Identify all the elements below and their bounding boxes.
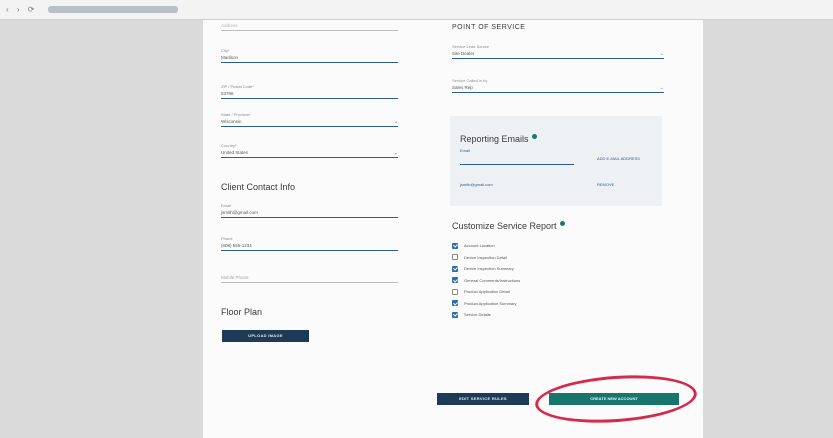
customize-report-heading-text: Customize Service Report (452, 221, 557, 231)
reporting-emails-title-text: Reporting Emails (460, 134, 529, 144)
browser-nav-icons[interactable]: ‹ › ⟳ (6, 5, 37, 14)
checkbox-label: Product Application Detail (464, 289, 510, 295)
mobile-phone-placeholder: Mobile Phone (221, 275, 249, 280)
remove-email-link[interactable]: REMOVE (597, 182, 614, 187)
checkbox[interactable] (452, 242, 458, 249)
phone-value: (608) 555-1234 (221, 243, 252, 248)
report-options-list: Account Location Device Inspection Detai… (452, 240, 520, 321)
chevron-down-icon: ⌄ (393, 119, 398, 125)
city-value: Madison (221, 55, 239, 60)
field-underline (221, 157, 398, 158)
reporting-emails-title: Reporting Emails (460, 134, 537, 144)
checkbox-label: General Comments/Instructions (464, 277, 521, 283)
address-field[interactable]: Address (221, 22, 398, 31)
address-value: Address (221, 23, 238, 28)
zip-value: 53766 (221, 91, 234, 96)
option-product-application-detail[interactable]: Product Application Detail (452, 286, 520, 298)
country-select[interactable]: Country* United States ⌄ (221, 143, 398, 158)
field-underline (221, 282, 398, 283)
reporting-email-input[interactable] (460, 164, 574, 165)
checkbox[interactable] (452, 265, 458, 272)
right-background (703, 20, 833, 438)
country-value: United States (221, 150, 249, 155)
point-of-service-heading: POINT OF SERVICE (452, 24, 526, 31)
email-value: jsmith@gmail.com (221, 210, 258, 215)
edit-service-rules-button[interactable]: EDIT SERVICE RULES (437, 393, 529, 405)
option-general-comments[interactable]: General Comments/Instructions (452, 275, 520, 287)
option-device-inspection-detail[interactable]: Device Inspection Detail (452, 252, 520, 264)
info-dot-icon (531, 134, 537, 139)
checkbox-label: Product Application Summary (464, 300, 517, 306)
left-background (0, 20, 203, 438)
option-account-location[interactable]: Account Location (452, 240, 520, 252)
service-called-select[interactable]: Service Called in by Sales Rep ⌄ (452, 78, 664, 93)
floor-plan-heading: Floor Plan (221, 307, 263, 317)
checkbox-label: Device Inspection Summary (464, 266, 514, 272)
field-underline (221, 62, 398, 63)
customize-report-heading: Customize Service Report (452, 221, 565, 231)
option-device-inspection-summary[interactable]: Device Inspection Summary (452, 263, 520, 275)
browser-bar: ‹ › ⟳ (0, 0, 833, 20)
zip-field[interactable]: ZIP / Postal Code* 53766 (221, 84, 398, 99)
state-select[interactable]: State / Province* Wisconsin ⌄ (221, 112, 398, 127)
option-product-application-summary[interactable]: Product Application Summary (452, 298, 520, 310)
service-called-value: Sales Rep (452, 85, 473, 90)
chevron-down-icon: ⌄ (659, 51, 664, 57)
checkbox[interactable] (452, 254, 458, 261)
client-contact-heading: Client Contact Info (221, 182, 296, 192)
field-underline (221, 250, 398, 251)
field-underline (452, 58, 664, 59)
service-lead-value: Site Dealer (452, 51, 475, 56)
checkbox-label: Account Location (464, 243, 495, 249)
upload-image-button[interactable]: UPLOAD IMAGE (222, 330, 309, 342)
browser-url-field[interactable] (48, 6, 178, 13)
option-service-details[interactable]: Service Details (452, 309, 520, 321)
checkbox[interactable] (452, 300, 458, 307)
chevron-down-icon: ⌄ (393, 150, 398, 156)
city-field[interactable]: City* Madison (221, 48, 398, 63)
saved-email: jsmith@gmail.com (460, 182, 493, 187)
field-underline (221, 217, 398, 218)
add-email-link[interactable]: ADD E-MAIL ADDRESS (597, 156, 640, 161)
email-field[interactable]: Email jsmith@gmail.com (221, 203, 398, 218)
create-new-account-button[interactable]: CREATE NEW ACCOUNT (549, 393, 679, 405)
field-underline (452, 92, 664, 93)
mobile-phone-field[interactable]: Mobile Phone (221, 274, 398, 283)
reporting-email-label: Email (460, 148, 471, 153)
state-value: Wisconsin (221, 119, 242, 124)
checkbox[interactable] (452, 311, 458, 318)
checkbox-label: Service Details (464, 312, 491, 318)
field-underline (221, 126, 398, 127)
checkbox-label: Device Inspection Detail (464, 254, 507, 260)
checkbox[interactable] (452, 288, 458, 295)
reporting-emails-panel: Reporting Emails Email ADD E-MAIL ADDRES… (450, 116, 662, 206)
service-lead-select[interactable]: Service Lead Source Site Dealer ⌄ (452, 44, 664, 59)
checkbox[interactable] (452, 277, 458, 284)
chevron-down-icon: ⌄ (659, 85, 664, 91)
phone-field[interactable]: Phone (608) 555-1234 (221, 236, 398, 251)
field-underline (221, 30, 398, 31)
field-underline (221, 98, 398, 99)
info-dot-icon (559, 221, 565, 226)
